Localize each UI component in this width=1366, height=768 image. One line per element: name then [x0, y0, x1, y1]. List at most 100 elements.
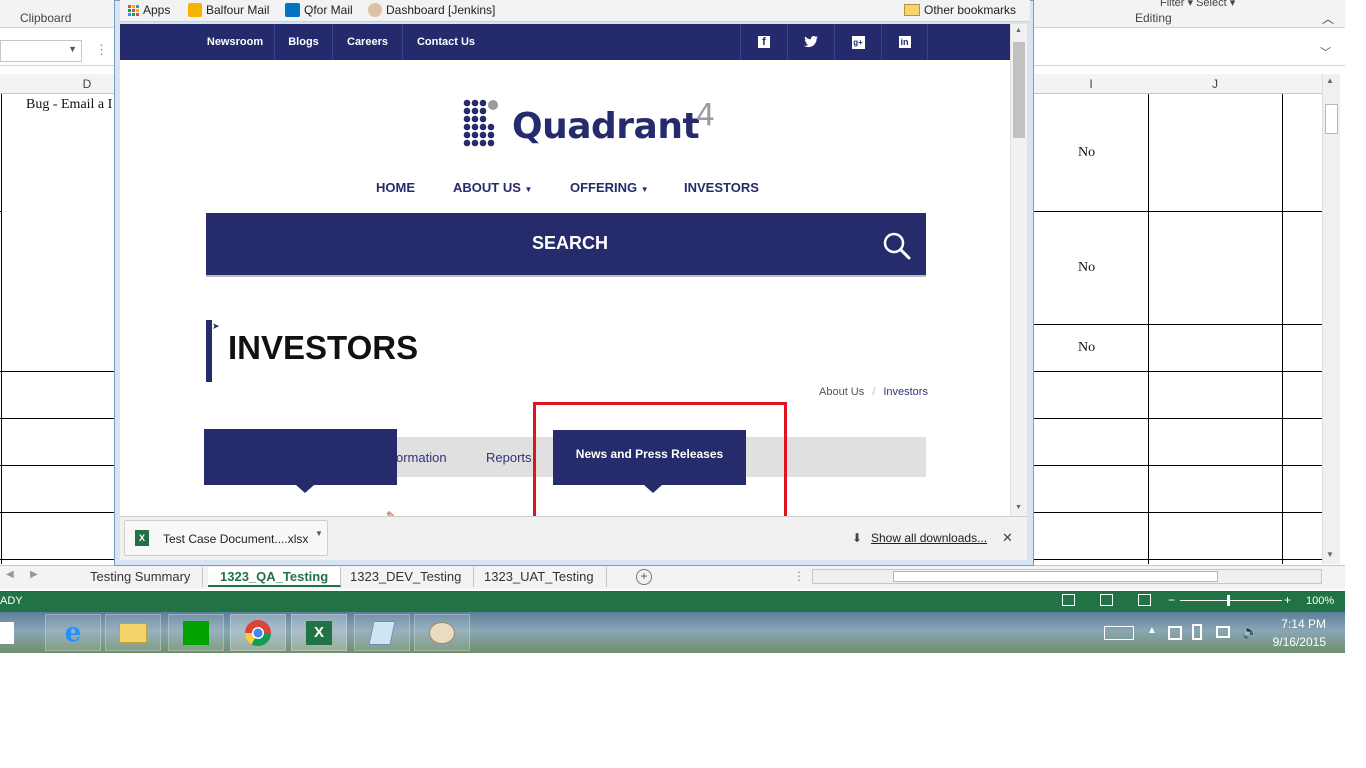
breadcrumb-separator: /	[872, 386, 876, 398]
column-header-d[interactable]: D	[0, 74, 114, 94]
nav-label: ABOUT US	[453, 180, 521, 195]
page-break-icon[interactable]	[1138, 594, 1151, 606]
collapse-ribbon-icon[interactable]: ︿	[1322, 10, 1334, 27]
bookmark-qfor-mail[interactable]: Qfor Mail	[285, 3, 353, 17]
battery-icon[interactable]	[1192, 624, 1202, 640]
cell-i1[interactable]: No	[1078, 145, 1095, 161]
taskbar-ie[interactable]: e	[45, 614, 101, 651]
add-sheet-icon[interactable]: +	[636, 569, 652, 585]
tab-information[interactable]: ormation	[396, 450, 447, 465]
tab-pointer	[296, 485, 314, 493]
bookmark-balfour-mail[interactable]: Balfour Mail	[188, 3, 269, 17]
facebook-link[interactable]: f	[740, 24, 787, 60]
nav-investors[interactable]: INVESTORS	[684, 180, 759, 195]
sheet-scroll-left-icon[interactable]: ◀	[6, 569, 14, 580]
scroll-up-icon[interactable]: ▲	[1015, 27, 1022, 34]
taskbar-store[interactable]	[168, 614, 224, 651]
grid-line	[1034, 371, 1322, 372]
taskbar-paint[interactable]	[414, 614, 470, 651]
column-header-i[interactable]: I	[1034, 74, 1148, 94]
zoom-in-icon[interactable]: +	[1284, 593, 1291, 607]
linkedin-link[interactable]: in	[881, 24, 928, 60]
sheet-scroll-right-icon[interactable]: ▶	[30, 569, 38, 580]
start-button[interactable]	[0, 622, 14, 644]
scrollbar-thumb[interactable]	[1325, 104, 1338, 134]
nav-offering[interactable]: OFFERING ▼	[570, 180, 649, 195]
download-menu-icon[interactable]: ▼	[315, 529, 323, 538]
nav-home[interactable]: HOME	[376, 180, 415, 195]
cell-i3[interactable]: No	[1078, 340, 1095, 356]
store-icon	[183, 620, 209, 645]
quadrant-logo-mark[interactable]	[463, 99, 499, 147]
bookmark-jenkins[interactable]: Dashboard [Jenkins]	[368, 3, 495, 17]
search-label: SEARCH	[531, 233, 608, 253]
grid-line	[0, 211, 1, 212]
show-all-downloads-link[interactable]: Show all downloads...	[871, 531, 987, 545]
name-box[interactable]: ▼	[0, 40, 82, 62]
tab-active-indicator[interactable]	[204, 429, 397, 485]
clock-date[interactable]: 9/16/2015	[1266, 635, 1326, 649]
normal-view-icon[interactable]	[1062, 594, 1075, 606]
search-icon[interactable]	[882, 231, 912, 261]
excel-file-icon: X	[135, 530, 149, 546]
grid-line	[1282, 94, 1283, 564]
keyboard-icon[interactable]	[1104, 626, 1134, 640]
taskbar-explorer[interactable]	[105, 614, 161, 651]
scroll-down-icon[interactable]: ▼	[1326, 550, 1334, 559]
zoom-slider[interactable]	[1180, 600, 1282, 601]
topnav-blogs[interactable]: Blogs	[275, 24, 333, 60]
bookmark-apps[interactable]: Apps	[128, 3, 170, 17]
show-hidden-icons[interactable]: ▲	[1147, 625, 1157, 636]
ribbon-filter-select[interactable]: Filter ▾ Select ▾	[1160, 0, 1235, 9]
download-item[interactable]: X Test Case Document....xlsx ▼	[124, 520, 328, 556]
nav-about-us[interactable]: ABOUT US ▼	[453, 180, 532, 195]
taskbar-notes[interactable]	[354, 614, 410, 651]
grid-line	[1034, 324, 1322, 325]
scroll-down-icon[interactable]: ▼	[1015, 504, 1022, 511]
tab-reports[interactable]: Reports	[486, 450, 532, 465]
network-icon[interactable]	[1216, 626, 1230, 638]
topnav-contact-us[interactable]: Contact Us	[403, 24, 489, 60]
excel-vertical-scrollbar[interactable]: ▲ ▼	[1322, 74, 1340, 564]
scrollbar-thumb[interactable]	[893, 571, 1218, 582]
bookmark-other[interactable]: Other bookmarks	[904, 3, 1016, 17]
page-layout-icon[interactable]	[1100, 594, 1113, 606]
zoom-level[interactable]: 100%	[1306, 595, 1334, 607]
google-plus-link[interactable]: g+	[834, 24, 881, 60]
close-downloads-icon[interactable]: ✕	[1002, 530, 1013, 546]
browser-vertical-scrollbar[interactable]: ▲ ▼	[1010, 24, 1027, 516]
taskbar-excel[interactable]: X	[291, 614, 347, 651]
sheet-tab-qa-testing[interactable]: 1323_QA_Testing	[208, 567, 342, 587]
action-center-icon[interactable]	[1168, 626, 1182, 640]
clock-time[interactable]: 7:14 PM	[1276, 617, 1326, 631]
cell-d1[interactable]: Bug - Email a I	[26, 97, 112, 113]
linkedin-icon: in	[898, 36, 911, 48]
zoom-slider-handle[interactable]	[1227, 595, 1230, 606]
zoom-out-icon[interactable]: −	[1168, 593, 1175, 607]
cell-i2[interactable]: No	[1078, 260, 1095, 276]
partial-icon: ✎	[386, 509, 397, 516]
breadcrumb-investors[interactable]: Investors	[883, 386, 928, 398]
scrollbar-thumb[interactable]	[1013, 42, 1025, 138]
sheet-tab-uat-testing[interactable]: 1323_UAT_Testing	[472, 567, 607, 587]
taskbar-chrome[interactable]	[230, 614, 286, 651]
volume-icon[interactable]: 🔈	[1242, 624, 1258, 640]
logo-wordmark[interactable]: Quadrant	[512, 106, 700, 147]
expand-formula-bar-icon[interactable]: ﹀	[1320, 44, 1331, 60]
excel-horizontal-scrollbar[interactable]	[812, 569, 1322, 584]
caret-down-icon: ▼	[524, 185, 533, 194]
column-header-j[interactable]: J	[1148, 74, 1282, 94]
bookmark-label: Balfour Mail	[206, 3, 270, 17]
topnav-careers[interactable]: Careers	[333, 24, 403, 60]
folder-icon	[119, 622, 147, 643]
twitter-link[interactable]	[787, 24, 834, 60]
search-bar[interactable]: SEARCH	[206, 213, 926, 277]
outlook-icon	[285, 3, 300, 17]
column-header-k[interactable]	[1282, 74, 1322, 94]
breadcrumb-about-us[interactable]: About Us	[819, 386, 864, 398]
sheet-tab-testing-summary[interactable]: Testing Summary	[78, 567, 204, 587]
topnav-newsroom[interactable]: Newsroom	[196, 24, 275, 60]
grid-line	[0, 418, 114, 419]
scroll-up-icon[interactable]: ▲	[1326, 76, 1334, 85]
sheet-tab-dev-testing[interactable]: 1323_DEV_Testing	[338, 567, 475, 587]
